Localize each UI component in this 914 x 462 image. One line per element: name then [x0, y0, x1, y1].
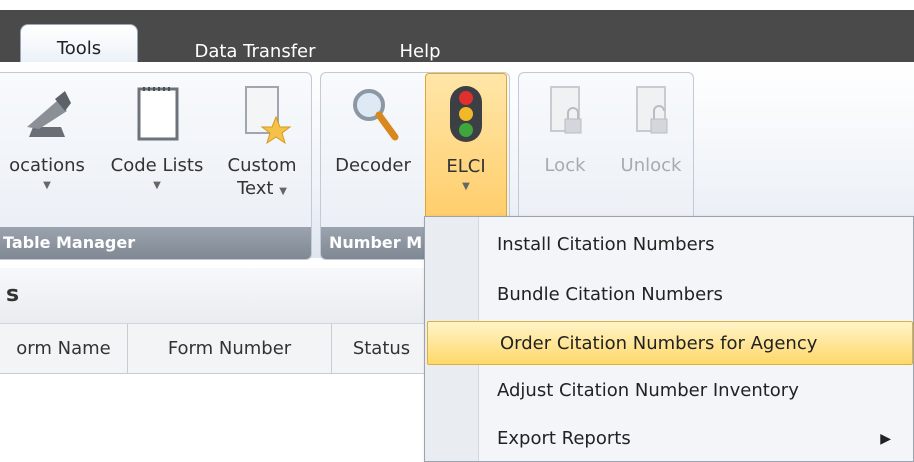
- notepad-icon: [137, 87, 179, 141]
- locations-button[interactable]: ocations ▼: [0, 81, 99, 191]
- document-unlock-icon: [636, 86, 668, 134]
- menu-item-label: Adjust Citation Number Inventory: [497, 380, 799, 401]
- code-lists-button[interactable]: Code Lists ▼: [105, 81, 209, 191]
- text-label: Text: [237, 178, 274, 199]
- lock-button[interactable]: Lock: [523, 81, 607, 176]
- group-table-manager: ocations ▼ Code Lists ▼ Custom Text ▼ Ta…: [0, 72, 312, 260]
- menu-item-label: Bundle Citation Numbers: [497, 284, 723, 305]
- menu-item-label: Export Reports: [497, 428, 631, 449]
- menu-item-bundle-citation-numbers[interactable]: Bundle Citation Numbers: [425, 273, 913, 317]
- unlock-button[interactable]: Unlock: [609, 81, 693, 176]
- elci-label: ELCI: [446, 156, 486, 177]
- section-title: s: [6, 282, 20, 307]
- chevron-down-icon: ▼: [43, 180, 51, 191]
- decoder-label: Decoder: [335, 155, 411, 176]
- submenu-arrow-icon: ▶: [880, 431, 891, 447]
- document-star-icon: [245, 86, 292, 145]
- group-label-table-manager: Table Manager: [0, 227, 311, 259]
- code-lists-label: Code Lists: [110, 155, 204, 176]
- menu-item-adjust-inventory[interactable]: Adjust Citation Number Inventory: [425, 369, 913, 413]
- column-header-form-name[interactable]: orm Name: [0, 324, 128, 374]
- locations-label: ocations: [9, 155, 85, 176]
- document-lock-icon: [550, 86, 582, 134]
- magnifier-icon: [353, 89, 399, 141]
- decoder-button[interactable]: Decoder: [325, 81, 421, 176]
- lock-label: Lock: [544, 155, 586, 176]
- elci-button[interactable]: ELCI ▼: [425, 73, 507, 223]
- chevron-down-icon: ▼: [462, 181, 470, 192]
- menu-item-label: Order Citation Numbers for Agency: [500, 333, 818, 354]
- menu-item-label: Install Citation Numbers: [497, 234, 715, 255]
- elci-dropdown-menu: Install Citation Numbers Bundle Citation…: [424, 216, 914, 462]
- chevron-down-icon: ▼: [279, 186, 287, 197]
- column-header-form-number[interactable]: Form Number: [128, 324, 332, 374]
- column-header-status[interactable]: Status: [332, 324, 432, 374]
- custom-label: Custom: [227, 155, 297, 176]
- traffic-light-icon: [450, 86, 482, 142]
- stapler-icon: [27, 91, 71, 137]
- unlock-label: Unlock: [620, 155, 682, 176]
- chevron-down-icon: ▼: [153, 180, 161, 191]
- menu-item-order-citation-numbers[interactable]: Order Citation Numbers for Agency: [427, 321, 913, 365]
- custom-text-button[interactable]: Custom Text ▼: [217, 81, 307, 199]
- menu-item-export-reports[interactable]: Export Reports ▶: [425, 417, 913, 461]
- menu-item-install-citation-numbers[interactable]: Install Citation Numbers: [425, 223, 913, 267]
